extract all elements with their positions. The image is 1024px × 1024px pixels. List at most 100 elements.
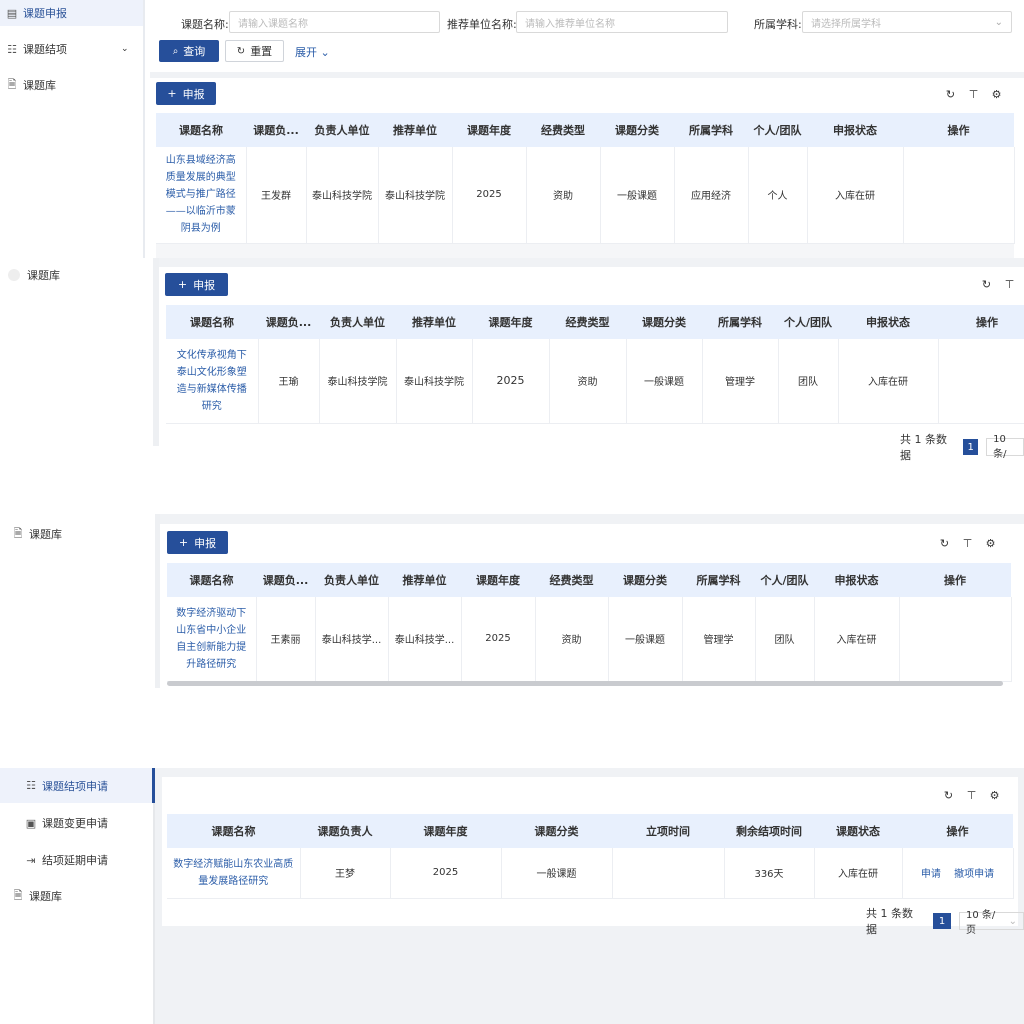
sidebar-item-label: 课题结项	[23, 43, 67, 56]
column-height-icon[interactable]: ⊤	[966, 87, 981, 102]
data-table-3: 课题名称 课题负... 负责人单位 推荐单位 课题年度 经费类型 课题分类 所属…	[167, 563, 1012, 682]
reset-icon: ↻	[236, 45, 246, 57]
project-name-link[interactable]: 文化传承视角下泰山文化形象塑造与新媒体传播研究	[166, 339, 259, 424]
subject-select[interactable]: 请选择所属学科 ⌄	[802, 11, 1012, 33]
apply-button[interactable]: + 申报	[165, 273, 228, 296]
type-cell: 团队	[755, 597, 815, 682]
reset-button[interactable]: ↻ 重置	[225, 40, 284, 62]
sidebar-item-library[interactable]: 🗎 课题库	[0, 887, 150, 905]
recommend-unit-cell: 泰山科技学...	[388, 597, 462, 682]
subject-cell: 应用经济	[674, 147, 749, 244]
plus-icon: +	[178, 536, 189, 549]
checklist-icon: ☷	[7, 42, 17, 56]
column-height-icon[interactable]: ⊤	[960, 536, 975, 551]
refresh-icon[interactable]: ↻	[941, 788, 956, 803]
sidebar-item-library[interactable]: 🗎 课题库	[0, 525, 140, 543]
gear-icon[interactable]: ⚙	[987, 788, 1002, 803]
column-header: 推荐单位	[378, 113, 452, 147]
category-cell: 一般课题	[501, 848, 613, 899]
action-cell	[938, 339, 1024, 424]
fund-cell: 资助	[526, 147, 601, 244]
leader-cell: 王素丽	[256, 597, 316, 682]
gear-icon[interactable]: ⚙	[989, 87, 1004, 102]
withdraw-link[interactable]: 撤项申请	[954, 869, 994, 880]
type-cell: 个人	[748, 147, 808, 244]
sidebar-item-library[interactable]: 🗎 课题库	[0, 76, 140, 94]
leader-unit-cell: 泰山科技学...	[315, 597, 389, 682]
sidebar-item-conclusion-apply[interactable]: ☷ 课题结项申请	[0, 768, 153, 803]
column-header: 操作	[902, 814, 1013, 848]
page-1-button[interactable]: 1	[933, 913, 951, 929]
refresh-icon[interactable]: ↻	[979, 277, 994, 292]
column-header: 所属学科	[674, 113, 748, 147]
year-cell: 2025	[390, 848, 502, 899]
page-size-select[interactable]: 10 条/页 ⌄	[959, 910, 1024, 936]
plus-icon: +	[167, 87, 177, 100]
column-header: 负责人单位	[319, 305, 396, 339]
gear-icon[interactable]: ⚙	[983, 536, 998, 551]
sidebar-item-apply[interactable]: ▤ 课题申报	[0, 0, 143, 26]
chevron-down-icon: ⌄	[121, 44, 129, 54]
column-header: 负责人单位	[315, 563, 388, 597]
year-cell: 2025	[472, 339, 550, 424]
name-input[interactable]: 请输入课题名称	[229, 11, 440, 33]
start-time-cell	[612, 848, 725, 899]
leader-cell: 王瑜	[258, 339, 320, 424]
page-1-button[interactable]: 1	[963, 439, 979, 455]
column-header: 经费类型	[535, 563, 608, 597]
project-name-link[interactable]: 山东县域经济高质量发展的典型模式与推广路径——以临沂市蒙阴县为例	[156, 147, 247, 244]
table-row: 数字经济赋能山东农业高质量发展路径研究 王梦 2025 一般课题 336天 入库…	[167, 848, 1014, 899]
query-button[interactable]: ⌕ 查询	[159, 40, 219, 62]
expand-button[interactable]: 展开 ⌄	[295, 44, 330, 60]
sidebar-item-label: 课题申报	[23, 7, 67, 20]
column-header: 课题名称	[167, 563, 256, 597]
column-height-icon[interactable]: ⊤	[1002, 277, 1017, 292]
column-header: 申报状态	[838, 305, 938, 339]
unit-input[interactable]: 请输入推荐单位名称	[516, 11, 728, 33]
project-name-link[interactable]: 数字经济驱动下山东省中小企业自主创新能力提升路径研究	[167, 597, 257, 682]
status-cell: 入库在研	[814, 848, 903, 899]
column-header: 课题年度	[472, 305, 549, 339]
column-header: 立项时间	[612, 814, 724, 848]
total-count: 共 1 条数据	[900, 433, 947, 462]
leader-cell: 王梦	[300, 848, 391, 899]
subject-cell: 管理学	[702, 339, 779, 424]
refresh-icon[interactable]: ↻	[937, 536, 952, 551]
sidebar-item-label: 课题库	[29, 890, 62, 903]
apply-link[interactable]: 申请	[921, 869, 941, 880]
remaining-time-cell: 336天	[724, 848, 815, 899]
apply-button[interactable]: + 申报	[167, 531, 228, 554]
column-header: 推荐单位	[388, 563, 461, 597]
refresh-icon[interactable]: ↻	[943, 87, 958, 102]
column-header: 个人/团队	[748, 113, 807, 147]
action-cell	[899, 597, 1012, 682]
column-header: 经费类型	[549, 305, 626, 339]
sidebar-item-label: 课题库	[23, 79, 56, 92]
column-header: 申报状态	[807, 113, 903, 147]
leader-cell: 王发群	[246, 147, 307, 244]
action-cell: 申请 撤项申请	[902, 848, 1014, 899]
horizontal-scrollbar[interactable]	[167, 681, 1003, 686]
page-size-select[interactable]: 10 条/	[986, 434, 1024, 460]
sidebar-item-extend-apply[interactable]: ⇥ 结项延期申请	[0, 851, 150, 869]
column-header: 经费类型	[526, 113, 600, 147]
project-name-link[interactable]: 数字经济赋能山东农业高质量发展路径研究	[167, 848, 301, 899]
file-icon: 🗎	[13, 526, 23, 540]
type-cell: 团队	[778, 339, 839, 424]
sidebar-item-label: 课题库	[29, 528, 62, 541]
sidebar-item-library[interactable]: 课题库	[0, 266, 140, 284]
column-header: 推荐单位	[396, 305, 472, 339]
plus-icon: +	[177, 278, 188, 291]
sidebar-item-change-apply[interactable]: ▣ 课题变更申请	[0, 814, 150, 832]
file-icon: 🗎	[13, 888, 23, 902]
sidebar-item-conclusion[interactable]: ☷ 课题结项 ⌄	[0, 40, 140, 58]
column-header: 操作	[938, 305, 1024, 339]
column-header: 课题分类	[600, 113, 674, 147]
column-header: 课题分类	[501, 814, 612, 848]
search-icon: ⌕	[172, 45, 179, 57]
category-cell: 一般课题	[608, 597, 683, 682]
column-height-icon[interactable]: ⊤	[964, 788, 979, 803]
total-count: 共 1 条数据	[866, 907, 913, 936]
apply-button[interactable]: + 申报	[156, 82, 216, 105]
column-header: 课题年度	[390, 814, 501, 848]
